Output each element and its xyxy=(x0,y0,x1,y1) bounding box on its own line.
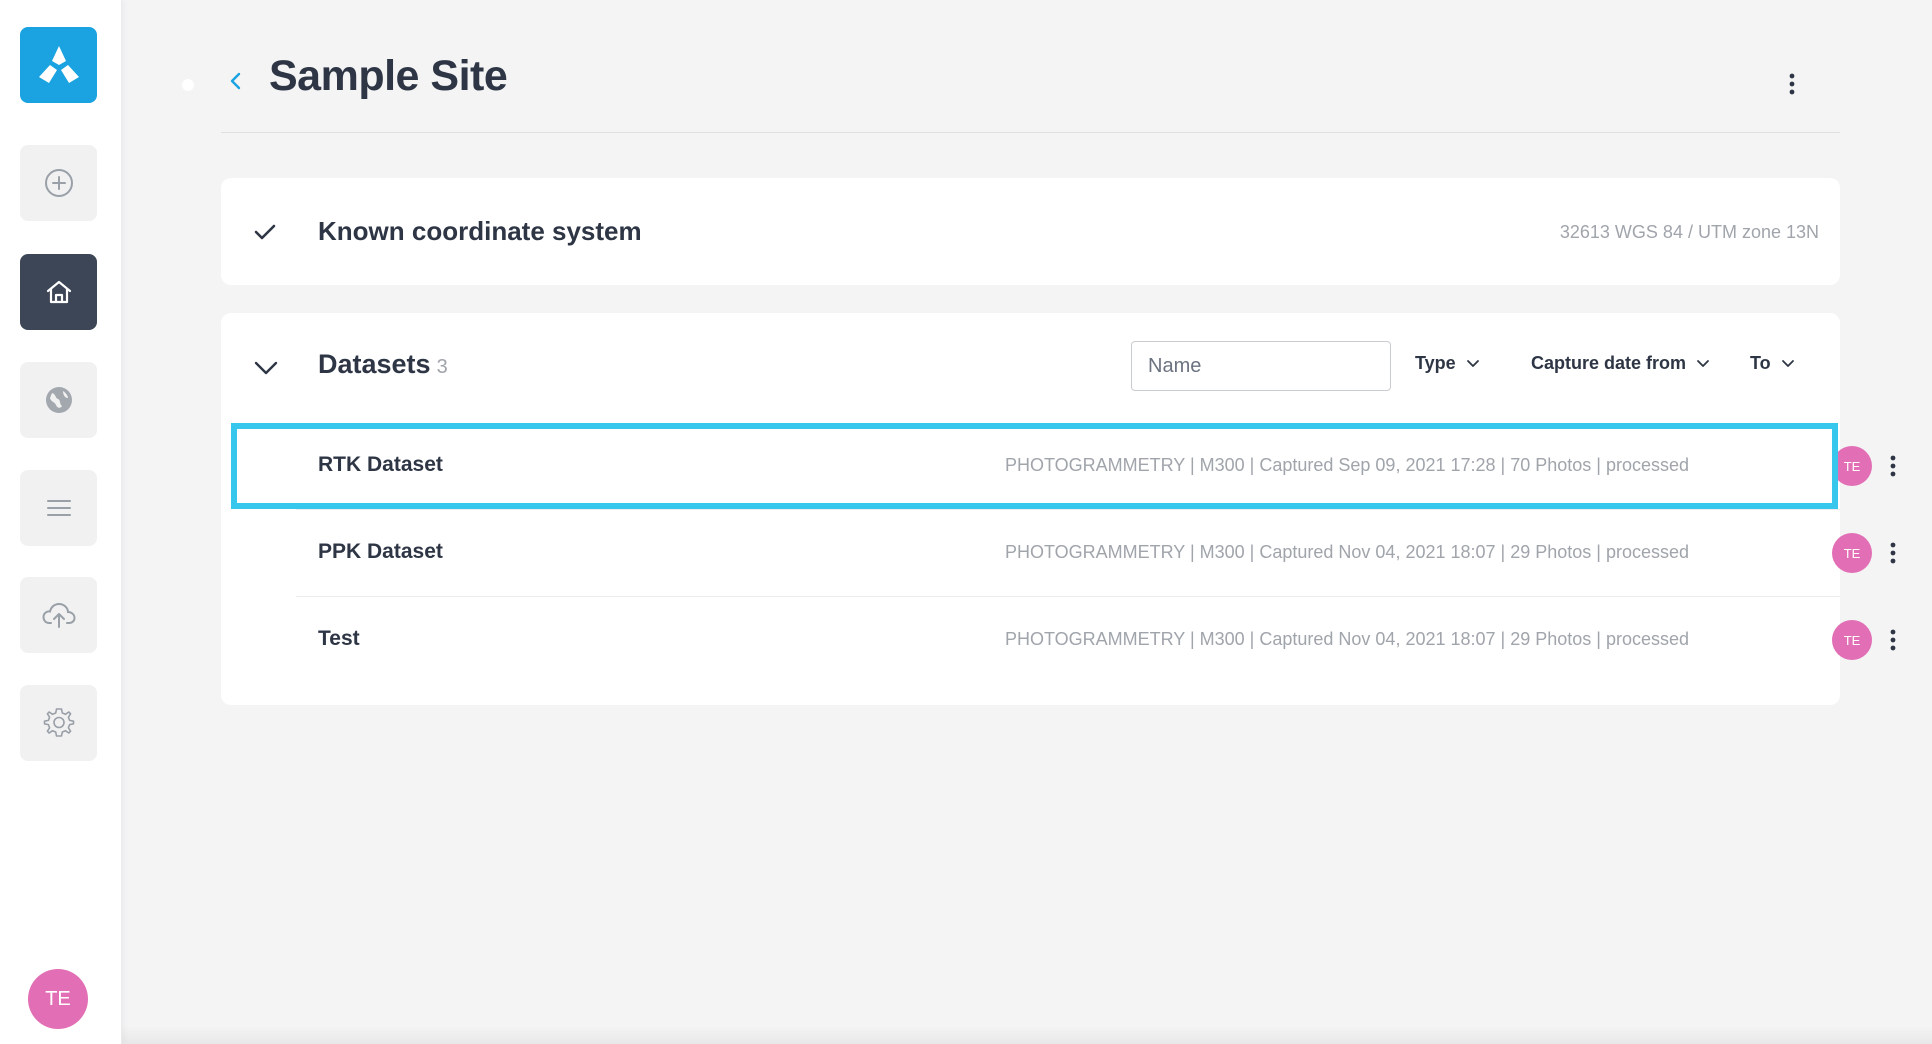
back-button[interactable] xyxy=(221,66,251,96)
menu-lines-icon xyxy=(46,500,71,516)
gear-icon xyxy=(43,708,74,737)
datasets-title: Datasets 3 xyxy=(318,349,448,380)
plus-circle-icon xyxy=(44,169,73,197)
dataset-menu-button[interactable] xyxy=(1885,625,1901,655)
dataset-meta: PHOTOGRAMMETRY | M300 | Captured Nov 04,… xyxy=(1004,629,1689,649)
cloud-upload-icon xyxy=(41,602,76,628)
sidebar: TE xyxy=(0,0,122,1044)
capture-date-from-dropdown[interactable]: Capture date from xyxy=(1531,353,1710,374)
dataset-menu-button[interactable] xyxy=(1885,538,1901,568)
kebab-menu-icon xyxy=(1890,542,1896,564)
dataset-meta: PHOTOGRAMMETRY | M300 | Captured Sep 09,… xyxy=(1004,455,1689,475)
dataset-menu-button[interactable] xyxy=(1885,451,1901,481)
coordinate-system-card[interactable]: Known coordinate system 32613 WGS 84 / U… xyxy=(221,178,1840,285)
datasets-count: 3 xyxy=(436,356,448,378)
name-filter-input[interactable] xyxy=(1131,341,1391,391)
coordinate-system-title: Known coordinate system xyxy=(318,216,642,246)
coordinate-system-value: 32613 WGS 84 / UTM zone 13N xyxy=(1559,222,1819,242)
main-content: Sample Site Known coordinate system 3261… xyxy=(122,0,1932,1044)
dataset-owner-initials: TE xyxy=(1843,545,1861,561)
sidebar-item-add[interactable] xyxy=(20,145,97,221)
dataset-name: RTK Dataset xyxy=(318,453,443,476)
type-filter-dropdown[interactable]: Type xyxy=(1415,353,1480,374)
sidebar-item-settings[interactable] xyxy=(20,685,97,761)
dataset-name: PPK Dataset xyxy=(318,540,443,563)
chevron-down-icon xyxy=(1781,359,1794,367)
dataset-owner-initials: TE xyxy=(1843,632,1861,648)
sidebar-item-globe[interactable] xyxy=(20,362,97,438)
dataset-owner-avatar: TE xyxy=(1832,446,1872,486)
capture-date-to-dropdown[interactable]: To xyxy=(1750,353,1795,374)
dataset-owner-initials: TE xyxy=(1843,458,1861,474)
dataset-owner-avatar: TE xyxy=(1832,620,1872,660)
datasets-card: Datasets3 Type Capture date from To RTK … xyxy=(221,313,1896,705)
chevron-down-icon[interactable] xyxy=(251,353,281,383)
dataset-row[interactable]: PPK Dataset PHOTOGRAMMETRY | M300 | Capt… xyxy=(221,510,1896,597)
chevron-down-icon xyxy=(1466,359,1479,367)
home-icon xyxy=(46,280,71,304)
globe-icon xyxy=(45,387,72,413)
chevron-down-icon xyxy=(1697,359,1709,367)
dataset-row[interactable]: RTK Dataset PHOTOGRAMMETRY | M300 | Capt… xyxy=(221,423,1896,510)
sidebar-item-home[interactable] xyxy=(20,254,97,330)
sidebar-item-upload[interactable] xyxy=(20,577,97,653)
header-divider xyxy=(221,132,1840,133)
dataset-meta: PHOTOGRAMMETRY | M300 | Captured Nov 04,… xyxy=(1004,542,1689,562)
page-title: Sample Site xyxy=(269,52,508,100)
kebab-menu-icon xyxy=(1789,73,1795,95)
brand-logo-icon[interactable] xyxy=(20,27,97,103)
sidebar-item-list[interactable] xyxy=(20,470,97,546)
header-menu-button[interactable] xyxy=(1782,70,1802,98)
kebab-menu-icon xyxy=(1890,629,1896,651)
capture-date-to-label: To xyxy=(1750,353,1771,373)
bottom-shadow xyxy=(122,1026,1932,1044)
user-avatar[interactable]: TE xyxy=(28,969,88,1029)
dataset-owner-avatar: TE xyxy=(1832,533,1872,573)
dataset-name: Test xyxy=(318,627,360,650)
status-dot xyxy=(182,79,194,91)
user-avatar-initials: TE xyxy=(45,987,71,1010)
type-filter-label: Type xyxy=(1415,353,1456,373)
datasets-title-label: Datasets xyxy=(318,349,431,379)
kebab-menu-icon xyxy=(1890,455,1896,477)
capture-date-from-label: Capture date from xyxy=(1531,353,1687,373)
chevron-left-icon xyxy=(230,72,241,90)
dataset-row[interactable]: Test PHOTOGRAMMETRY | M300 | Captured No… xyxy=(221,597,1896,684)
check-icon xyxy=(254,224,276,240)
